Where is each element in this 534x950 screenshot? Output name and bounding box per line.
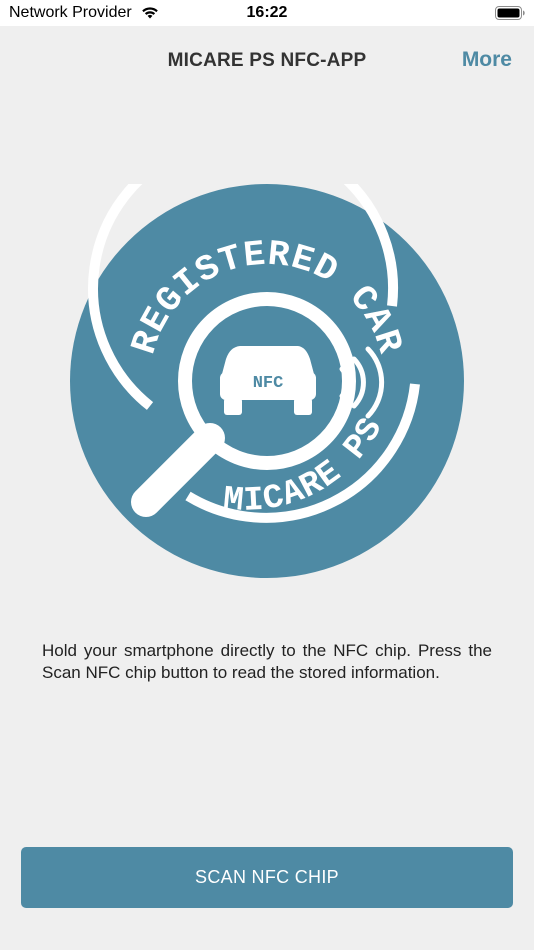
registered-car-logo: NFC REGISTERED CAR MICARE PS <box>70 184 464 578</box>
scan-nfc-chip-button[interactable]: SCAN NFC CHIP <box>21 847 513 908</box>
status-bar: Network Provider 16:22 <box>0 0 534 26</box>
status-time: 16:22 <box>246 4 288 21</box>
page-title: MICARE PS NFC-APP <box>167 50 367 71</box>
battery-full-icon <box>495 6 525 20</box>
instructions-text: Hold your smartphone directly to the NFC… <box>42 641 492 682</box>
more-button[interactable]: More <box>462 48 512 72</box>
nfc-badge-text: NFC <box>253 374 284 393</box>
navigation-bar: MICARE PS NFC-APP More <box>0 26 534 96</box>
